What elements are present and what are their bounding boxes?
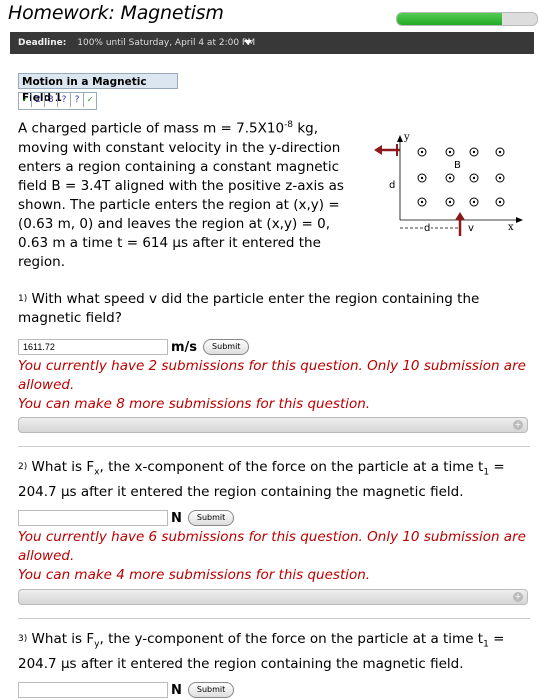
question-text-a: What is F [31, 459, 95, 475]
answer-row-1: 1611.72 m/s Submit [18, 338, 250, 356]
hint-bar-1[interactable]: + [18, 417, 528, 433]
hint-bar-2[interactable]: + [18, 589, 528, 605]
problem-text-a: A charged particle of mass m = 7.5X10 [18, 120, 285, 137]
submission-info-1: You currently have 2 submissions for thi… [18, 358, 526, 393]
y-axis-label: y [403, 132, 410, 143]
question-number: 1) [18, 294, 28, 304]
answer-row-3: N Submit [18, 681, 235, 699]
problem-statement: A charged particle of mass m = 7.5X10-8 … [18, 116, 358, 272]
problem-text-b: kg, moving with constant velocity in the… [18, 120, 344, 270]
submission-remaining-2: You can make 4 more submissions for this… [18, 567, 371, 583]
submission-remaining-1: You can make 8 more submissions for this… [18, 396, 371, 412]
progress-fill [397, 13, 502, 25]
deadline-label: Deadline: [18, 38, 67, 48]
v-label: v [468, 223, 474, 234]
part-5-tab[interactable]: ? [71, 93, 84, 107]
part-tabs: ✓ 2 3 ? ? ✓ [18, 92, 97, 110]
answer-input-1[interactable]: 1611.72 [18, 339, 168, 355]
submit-button-2[interactable]: Submit [187, 510, 235, 526]
section-title: Motion in a Magnetic Field 1 [18, 73, 178, 104]
answer-row-2: N Submit [18, 509, 235, 527]
unit-label-3: N [171, 682, 182, 698]
field-dots [417, 147, 505, 207]
answer-input-2[interactable] [18, 510, 168, 526]
question-number: 2) [18, 462, 28, 472]
question-1: 1) With what speed v did the particle en… [18, 290, 528, 328]
unit-label-1: m/s [171, 339, 198, 355]
expand-icon[interactable]: + [513, 420, 523, 430]
question-text-b: , the y-component of the force on the pa… [99, 631, 484, 647]
deadline-text: 100% until Saturday, April 4 at 2:00 PM [77, 38, 256, 48]
question-text-b: , the x-component of the force on the pa… [99, 459, 484, 475]
submit-button-1[interactable]: Submit [203, 339, 250, 355]
question-2: 2) What is Fx, the x-component of the fo… [18, 458, 528, 502]
submission-info-2: You currently have 6 submissions for thi… [18, 529, 526, 564]
part-6-tab[interactable]: ✓ [84, 93, 96, 107]
problem-exponent: -8 [284, 120, 294, 130]
d-horizontal-label: d [424, 223, 430, 234]
d-vertical-label: d [389, 180, 395, 191]
question-number: 3) [18, 634, 28, 644]
progress-bar [396, 12, 538, 26]
part-3-tab[interactable]: 3 [45, 93, 58, 107]
chevron-down-icon[interactable] [244, 40, 252, 45]
answer-input-3[interactable] [18, 682, 168, 698]
expand-icon[interactable]: + [513, 592, 523, 602]
part-1-tab[interactable]: ✓ [19, 93, 32, 107]
b-label: B [454, 160, 461, 171]
deadline-bar[interactable]: Deadline: 100% until Saturday, April 4 a… [10, 32, 534, 54]
magnetic-field-diagram: y x B d d v [374, 132, 523, 236]
submit-button-3[interactable]: Submit [187, 682, 235, 698]
question-text-a: What is F [31, 631, 95, 647]
x-axis-label: x [508, 222, 514, 233]
question-3: 3) What is Fy, the y-component of the fo… [18, 630, 528, 674]
part-4-tab[interactable]: ? [58, 93, 71, 107]
question-text: With what speed v did the particle enter… [18, 291, 480, 326]
divider [18, 446, 530, 447]
page-header: Homework: Magnetism [8, 2, 538, 32]
unit-label-2: N [171, 510, 182, 526]
divider [18, 618, 530, 619]
part-2-tab[interactable]: 2 [32, 93, 45, 107]
